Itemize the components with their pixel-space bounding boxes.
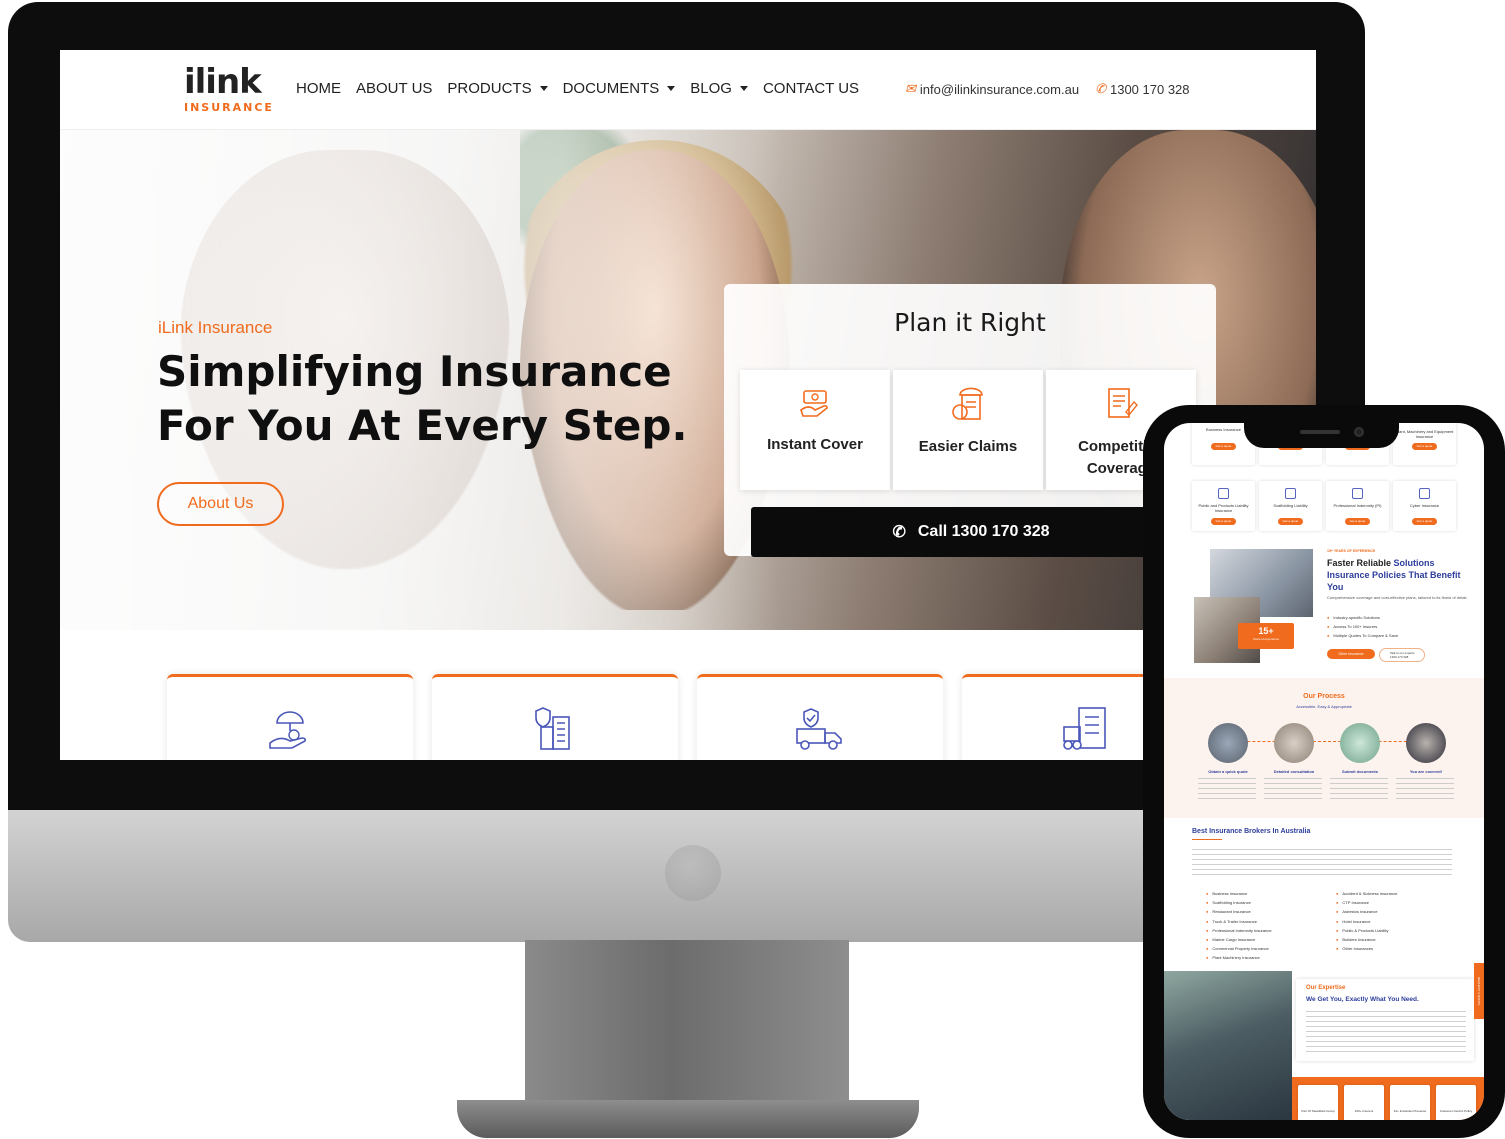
building-shield-icon [535, 707, 570, 750]
service-card[interactable] [697, 674, 943, 760]
nav-documents[interactable]: DOCUMENTS [563, 80, 676, 97]
hero-banner: iLink Insurance Simplifying Insurance Fo… [60, 130, 1316, 630]
plan-cards: Instant Cover Easier Claims Competitive … [740, 370, 1196, 490]
delivery-truck-icon [796, 708, 842, 750]
indemnity-icon [1352, 488, 1363, 499]
main-menu: HOME ABOUT US PRODUCTS DOCUMENTS BLOG CO… [296, 80, 859, 97]
other-insurance-button[interactable]: Other Insurance [1327, 649, 1375, 659]
experience-desc: Comprehensive coverage and cost-effectiv… [1327, 595, 1468, 600]
stat-card: 100+ Insurers [1344, 1085, 1384, 1120]
brokers-title: Best Insurance Brokers In Australia [1192, 828, 1311, 835]
stat-card: Part Of SteadFast Group [1298, 1085, 1338, 1120]
call-button[interactable]: ✆ Call 1300 170 328 [751, 507, 1191, 557]
chevron-down-icon [667, 86, 676, 91]
process-step-image [1274, 723, 1314, 763]
mobile-product-card[interactable]: Cyber Insurance Get a quote [1393, 481, 1456, 531]
chevron-down-icon [539, 86, 548, 91]
plan-title: Plan it Right [894, 308, 1046, 337]
hand-money-icon [800, 390, 828, 417]
process-step-text [1330, 778, 1388, 800]
process-step-image [1340, 723, 1380, 763]
expertise-photo [1164, 971, 1292, 1120]
hero-kicker: iLink Insurance [158, 318, 273, 337]
title-underline [1192, 839, 1222, 840]
expertise-title: We Get You, Exactly What You Need. [1306, 996, 1419, 1003]
service-card[interactable] [432, 674, 678, 760]
experience-badge: 15+ Years of experience [1238, 623, 1294, 649]
about-us-button[interactable]: About Us [157, 482, 284, 526]
phone-icon: ✆ [1095, 81, 1106, 96]
logo-wordmark: ilink [184, 62, 262, 102]
claim-document-icon [952, 387, 983, 420]
phone-speaker [1300, 430, 1340, 434]
cyber-icon [1419, 488, 1430, 499]
experience-title: Faster Reliable Solutions Insurance Poli… [1327, 558, 1461, 592]
process-step-label: Detailed consultation [1273, 769, 1315, 774]
plan-card-easier-claims[interactable]: Easier Claims [893, 370, 1043, 490]
apple-logo-icon [665, 845, 721, 901]
nav-blog[interactable]: BLOG [690, 80, 748, 97]
process-step-image [1208, 723, 1248, 763]
monitor-stand [525, 940, 849, 1110]
nav-home[interactable]: HOME [296, 80, 341, 97]
scaffold-icon [1285, 488, 1296, 499]
nav-products[interactable]: PRODUCTS [447, 80, 548, 97]
liability-icon [1218, 488, 1229, 499]
chevron-down-icon [739, 86, 748, 91]
plan-card-instant-cover[interactable]: Instant Cover [740, 370, 890, 490]
camera-icon [1354, 427, 1364, 437]
hero-title: Simplifying Insurance For You At Every S… [157, 347, 688, 450]
phone-link[interactable]: ✆ 1300 170 328 [1095, 81, 1189, 97]
process-title: Our Process [1303, 693, 1345, 700]
header-contact: ✉ info@ilinkinsurance.com.au ✆ 1300 170 32… [905, 81, 1190, 97]
brokers-paragraph [1192, 849, 1452, 879]
process-subtitle: Accessible, Easy & Appropriate [1296, 704, 1352, 709]
plan-card-label: Easier Claims [918, 438, 1018, 455]
policy-document-icon [1108, 388, 1138, 418]
process-step-image [1406, 723, 1446, 763]
process-step-label: Obtain a quick quote [1208, 769, 1248, 774]
mobile-screen: Business InsuranceGet a quote InsuranceG… [1164, 423, 1484, 1120]
mobile-product-card[interactable]: Scaffolding Liability Get a quote [1259, 481, 1322, 531]
process-step-label: You are covered! [1409, 769, 1443, 774]
stat-card: 10+ Industries Presence [1390, 1085, 1430, 1120]
machinery-checklist-icon [1063, 707, 1106, 750]
device-mockup: ilink INSURANCE HOME ABOUT US PRODUCTS D… [0, 0, 1505, 1139]
process-step-text [1396, 778, 1454, 800]
phone-icon: ✆ [892, 524, 906, 541]
site-logo[interactable]: ilink INSURANCE [184, 62, 274, 115]
process-step-text [1198, 778, 1256, 800]
stat-card: Customer-Centric Policy [1436, 1085, 1476, 1120]
email-link[interactable]: ✉ info@ilinkinsurance.com.au [905, 81, 1079, 97]
desktop-screen: ilink INSURANCE HOME ABOUT US PRODUCTS D… [60, 50, 1316, 760]
experience-points: Industry-specific Solutions Access To 10… [1327, 613, 1398, 641]
umbrella-hand-icon [269, 711, 306, 749]
envelope-icon: ✉ [905, 81, 916, 96]
plan-card-label: Instant Cover [767, 436, 863, 453]
nav-contact[interactable]: CONTACT US [763, 80, 859, 97]
brokers-list-right: Accident & Sickness Insurance CTP Insura… [1336, 889, 1397, 953]
expertise-paragraph [1306, 1011, 1466, 1055]
expertise-kicker: Our Expertise [1306, 985, 1346, 991]
call-button-label: Call 1300 170 328 [917, 523, 1050, 540]
experience-kicker: 15+ YEARS OF EXPERIENCE [1327, 549, 1376, 553]
mobile-product-card[interactable]: Professional Indemnity (PI) Get a quote [1326, 481, 1389, 531]
site-header: ilink INSURANCE HOME ABOUT US PRODUCTS D… [60, 50, 1316, 130]
nav-about[interactable]: ABOUT US [356, 80, 432, 97]
service-card[interactable] [167, 674, 413, 760]
request-quote-tab[interactable]: REQUEST A QUOTE [1474, 963, 1484, 1019]
process-step-label: Submit documents [1341, 769, 1378, 774]
process-step-text [1264, 778, 1322, 800]
monitor-foot [457, 1100, 919, 1138]
logo-tagline: INSURANCE [184, 101, 274, 114]
mobile-product-card[interactable]: Plant, Machinery and Equipment Insurance… [1393, 423, 1456, 465]
brokers-list-left: Business Insurance Scaffolding Insurance… [1206, 889, 1271, 963]
mobile-product-card[interactable]: Public and Products Liability Insurance G… [1192, 481, 1255, 531]
talk-to-experts[interactable]: Talk to our experts 1300 170 328 [1379, 648, 1425, 662]
